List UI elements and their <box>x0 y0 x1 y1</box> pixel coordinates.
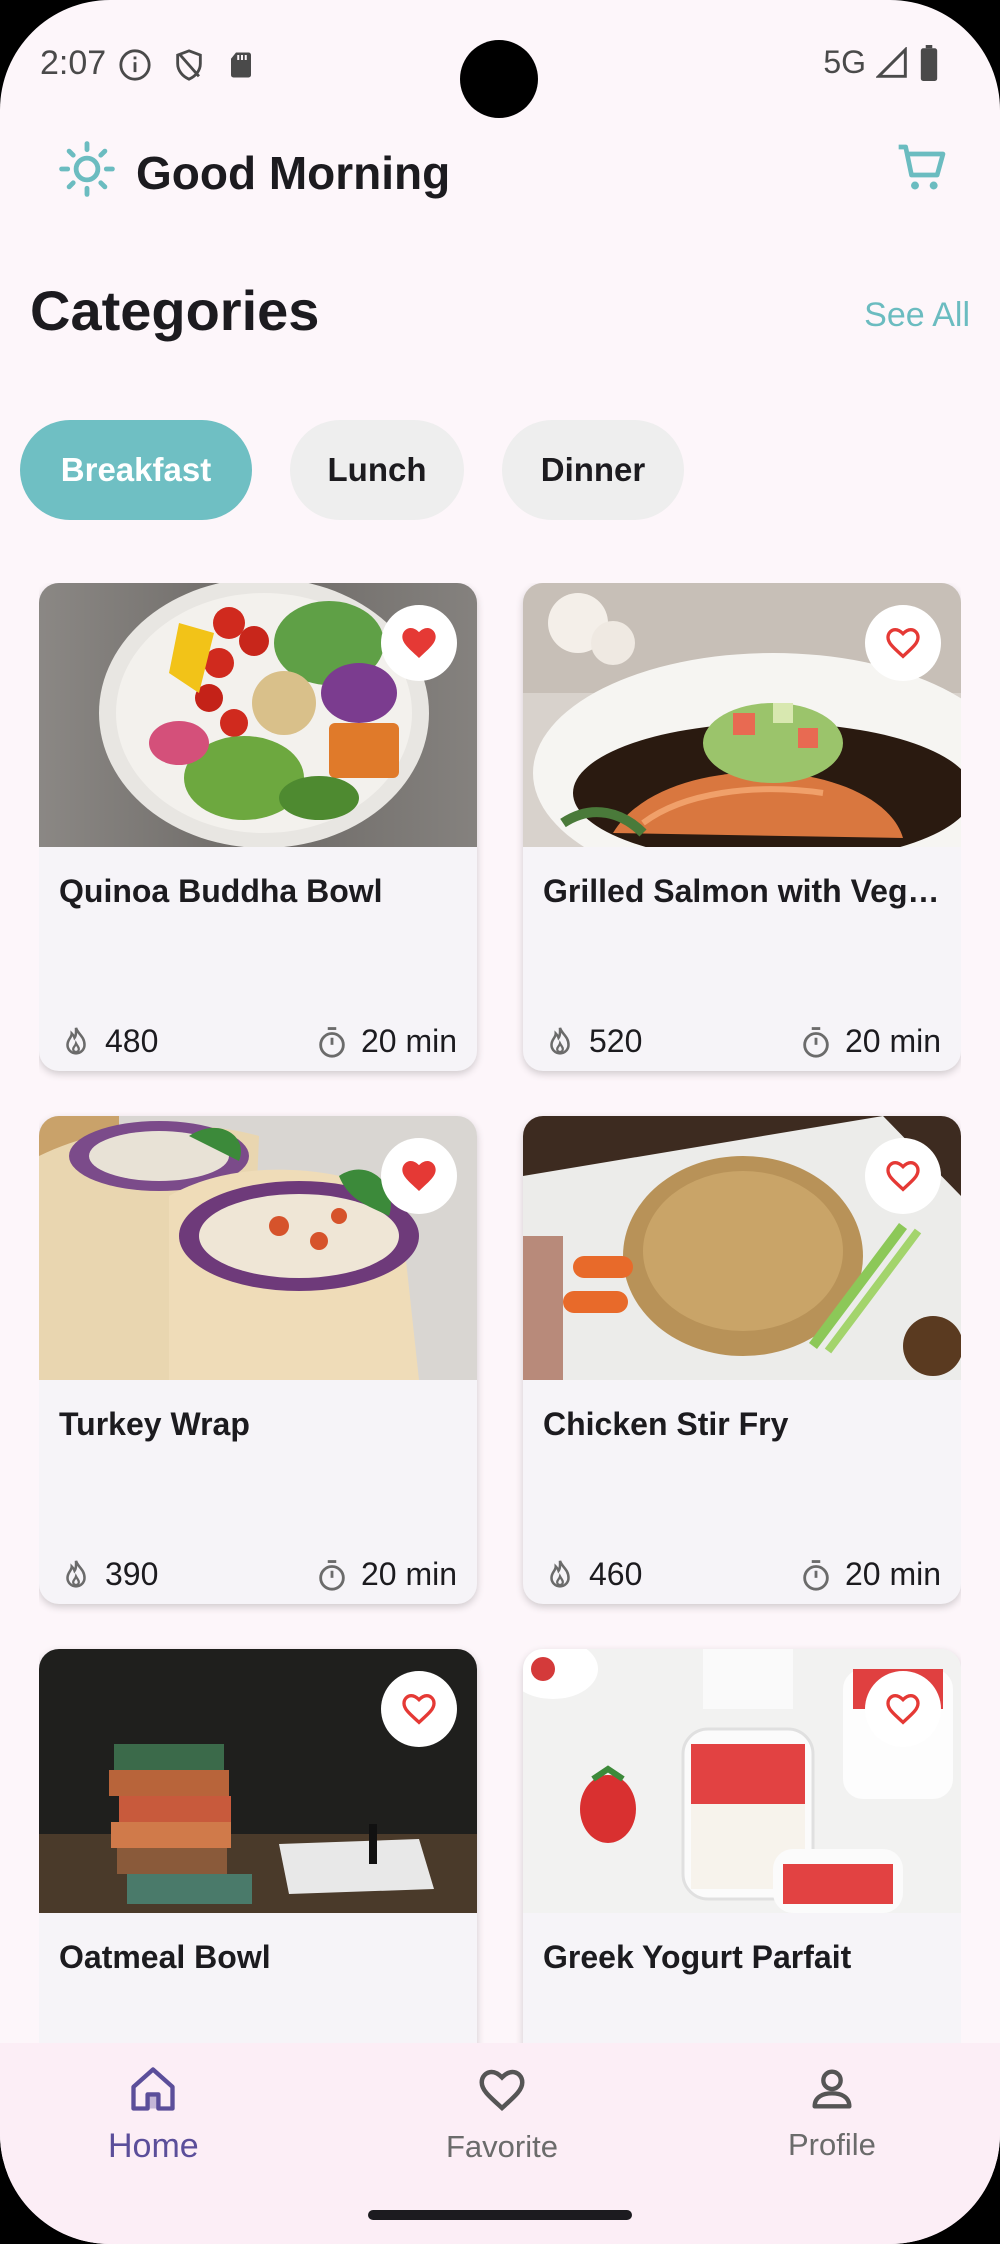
category-chips: Breakfast Lunch Dinner <box>20 420 684 520</box>
timer-icon <box>319 1559 345 1591</box>
heart-filled-icon <box>402 628 436 658</box>
recipe-card[interactable]: Oatmeal Bowl <box>39 1649 477 2043</box>
recipe-grid: Quinoa Buddha Bowl 480 20 min Grilled Sa… <box>39 583 961 2043</box>
sd-card-icon <box>231 52 251 78</box>
recipe-card[interactable]: Grilled Salmon with Vegetables 520 20 mi… <box>523 583 961 1071</box>
favorite-button[interactable] <box>381 1671 457 1747</box>
cart-icon[interactable] <box>894 140 950 196</box>
favorite-button[interactable] <box>381 1138 457 1214</box>
categories-title: Categories <box>30 279 320 342</box>
flame-icon <box>550 1026 570 1055</box>
heart-outline-icon <box>402 1693 436 1725</box>
status-right: 5G <box>823 44 940 81</box>
recipe-calories: 520 <box>589 1023 643 1059</box>
chip-dinner[interactable]: Dinner <box>502 420 684 520</box>
nav-favorite[interactable]: Favorite <box>446 2063 558 2165</box>
heart-outline-icon <box>886 1693 920 1725</box>
recipe-card[interactable]: Chicken Stir Fry 460 20 min <box>523 1116 961 1604</box>
nav-profile-label: Profile <box>788 2127 876 2162</box>
recipe-time: 20 min <box>844 1556 941 1592</box>
recipe-time: 20 min <box>360 1556 457 1592</box>
chip-breakfast[interactable]: Breakfast <box>20 420 252 520</box>
nav-home-label: Home <box>108 2127 199 2165</box>
recipe-title: Quinoa Buddha Bowl <box>59 873 383 909</box>
heart-outline-icon <box>479 2069 525 2112</box>
favorite-button[interactable] <box>865 1671 941 1747</box>
top-app-bar: Good Morning <box>0 140 1000 240</box>
timer-icon <box>803 1026 829 1058</box>
nav-home[interactable]: Home <box>108 2063 199 2166</box>
recipe-time: 20 min <box>360 1023 457 1059</box>
recipe-card[interactable]: Turkey Wrap 390 20 min <box>39 1116 477 1604</box>
recipe-meta: 520 20 min <box>543 1023 941 1060</box>
recipe-title: Oatmeal Bowl <box>59 1939 271 1975</box>
see-all-link[interactable]: See All <box>864 296 970 335</box>
recipe-calories: 390 <box>105 1556 159 1592</box>
signal-icon <box>876 46 907 78</box>
recipe-meta: 460 20 min <box>543 1556 941 1593</box>
status-icons <box>118 48 256 82</box>
network-type: 5G <box>823 44 866 80</box>
nav-favorite-label: Favorite <box>446 2129 558 2164</box>
flame-icon <box>66 1559 86 1588</box>
recipe-title: Greek Yogurt Parfait <box>543 1939 852 1975</box>
status-bar: 2:07 5G <box>0 0 1000 130</box>
battery-icon <box>920 44 938 81</box>
nav-profile[interactable]: Profile <box>788 2063 876 2163</box>
shield-icon <box>176 49 202 81</box>
favorite-button[interactable] <box>381 605 457 681</box>
favorite-button[interactable] <box>865 605 941 681</box>
recipe-meta: 480 20 min <box>59 1023 457 1060</box>
phone-screen: 2:07 5G Good Morning Categories See All … <box>0 0 1000 2244</box>
recipe-card[interactable]: Quinoa Buddha Bowl 480 20 min <box>39 583 477 1071</box>
recipe-calories: 460 <box>589 1556 643 1592</box>
recipe-title: Turkey Wrap <box>59 1406 250 1442</box>
recipe-time: 20 min <box>844 1023 941 1059</box>
flame-icon <box>66 1026 86 1055</box>
greeting-title: Good Morning <box>136 147 451 199</box>
timer-icon <box>319 1026 345 1058</box>
status-time: 2:07 <box>40 44 107 82</box>
info-icon <box>119 49 151 81</box>
recipe-title: Grilled Salmon with Vegetables <box>543 873 943 909</box>
heart-outline-icon <box>886 627 920 659</box>
gesture-home-indicator[interactable] <box>368 2210 632 2220</box>
favorite-button[interactable] <box>865 1138 941 1214</box>
timer-icon <box>803 1559 829 1591</box>
sun-icon <box>59 141 115 197</box>
flame-icon <box>550 1559 570 1588</box>
recipe-card[interactable]: Greek Yogurt Parfait <box>523 1649 961 2043</box>
heart-outline-icon <box>886 1160 920 1192</box>
home-icon <box>131 2067 176 2111</box>
recipe-calories: 480 <box>105 1023 159 1059</box>
camera-cutout <box>460 40 538 118</box>
recipe-title: Chicken Stir Fry <box>543 1406 789 1442</box>
recipe-meta: 390 20 min <box>59 1556 457 1593</box>
chip-lunch[interactable]: Lunch <box>290 420 464 520</box>
heart-filled-icon <box>402 1161 436 1191</box>
person-icon <box>812 2069 852 2109</box>
